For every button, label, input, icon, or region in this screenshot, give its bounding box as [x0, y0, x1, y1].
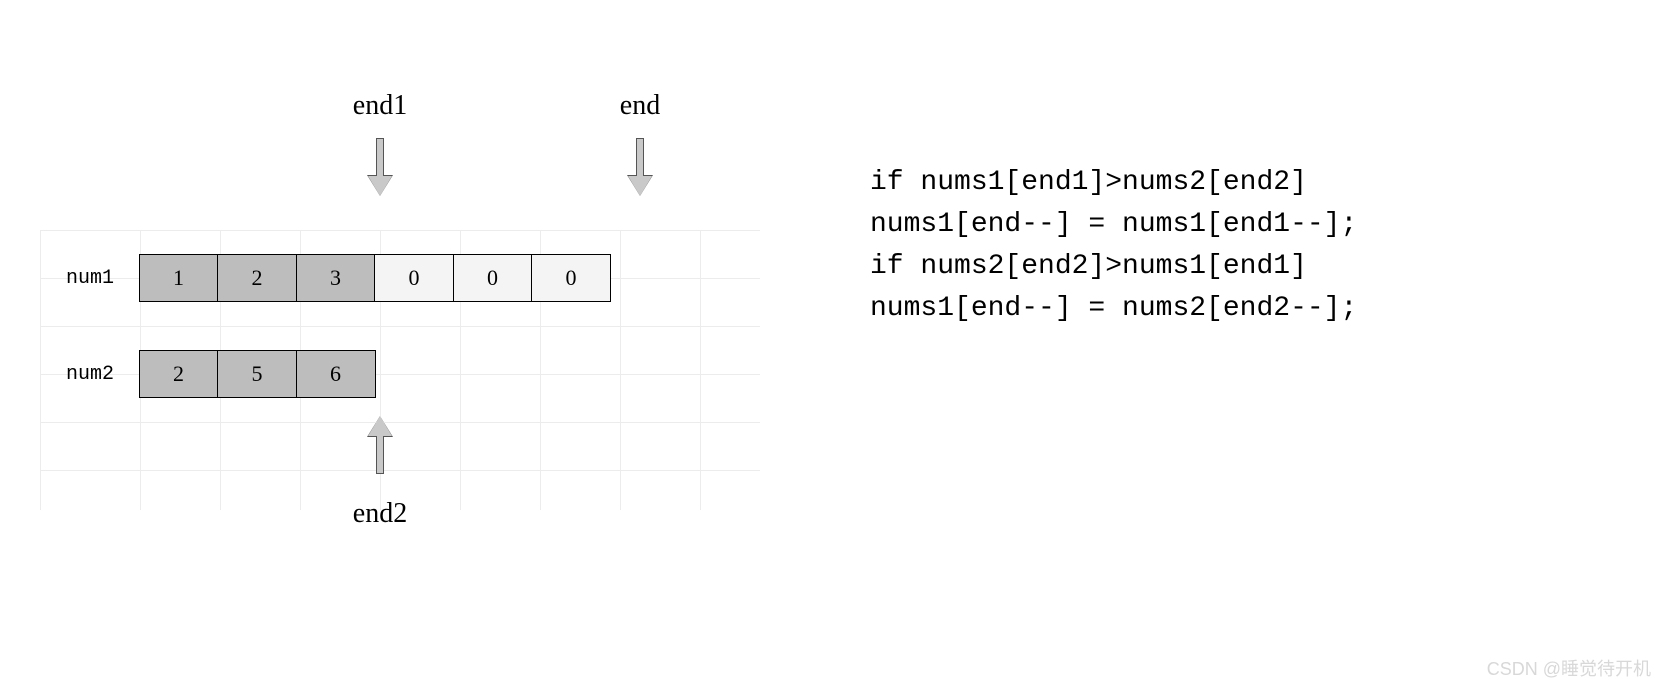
cell-num1-3: 0	[374, 254, 454, 302]
cell-num1-0: 1	[139, 254, 219, 302]
diagram-area: end1 end num1 1 2 3 0 0 0 num2 2 5 6 end…	[40, 60, 760, 620]
code-line-1: if nums1[end1]>nums2[end2]	[870, 167, 1307, 198]
code-line-4: nums1[end--] = nums2[end2--];	[870, 293, 1357, 324]
cell-num1-5: 0	[531, 254, 611, 302]
cell-num1-4: 0	[453, 254, 533, 302]
array-num2-label: num2	[40, 363, 140, 386]
label-end: end	[600, 90, 680, 122]
code-line-2: nums1[end--] = nums1[end1--];	[870, 209, 1357, 240]
cell-num1-2: 3	[296, 254, 376, 302]
array-num1-label: num1	[40, 267, 140, 290]
code-block: if nums1[end1]>nums2[end2] nums1[end--] …	[870, 162, 1357, 330]
code-line-3: if nums2[end2]>nums1[end1]	[870, 251, 1307, 282]
cell-num1-1: 2	[217, 254, 297, 302]
arrow-down-icon	[630, 138, 650, 194]
cell-num2-2: 6	[296, 350, 376, 398]
array-num1-row: num1 1 2 3 0 0 0	[40, 254, 611, 302]
cell-num2-0: 2	[139, 350, 219, 398]
array-num2-row: num2 2 5 6	[40, 350, 376, 398]
cell-num2-1: 5	[217, 350, 297, 398]
label-end2: end2	[340, 498, 420, 530]
label-end1: end1	[340, 90, 420, 122]
watermark: CSDN @睡觉待开机	[1487, 655, 1651, 681]
arrow-up-icon	[370, 418, 390, 474]
arrow-down-icon	[370, 138, 390, 194]
